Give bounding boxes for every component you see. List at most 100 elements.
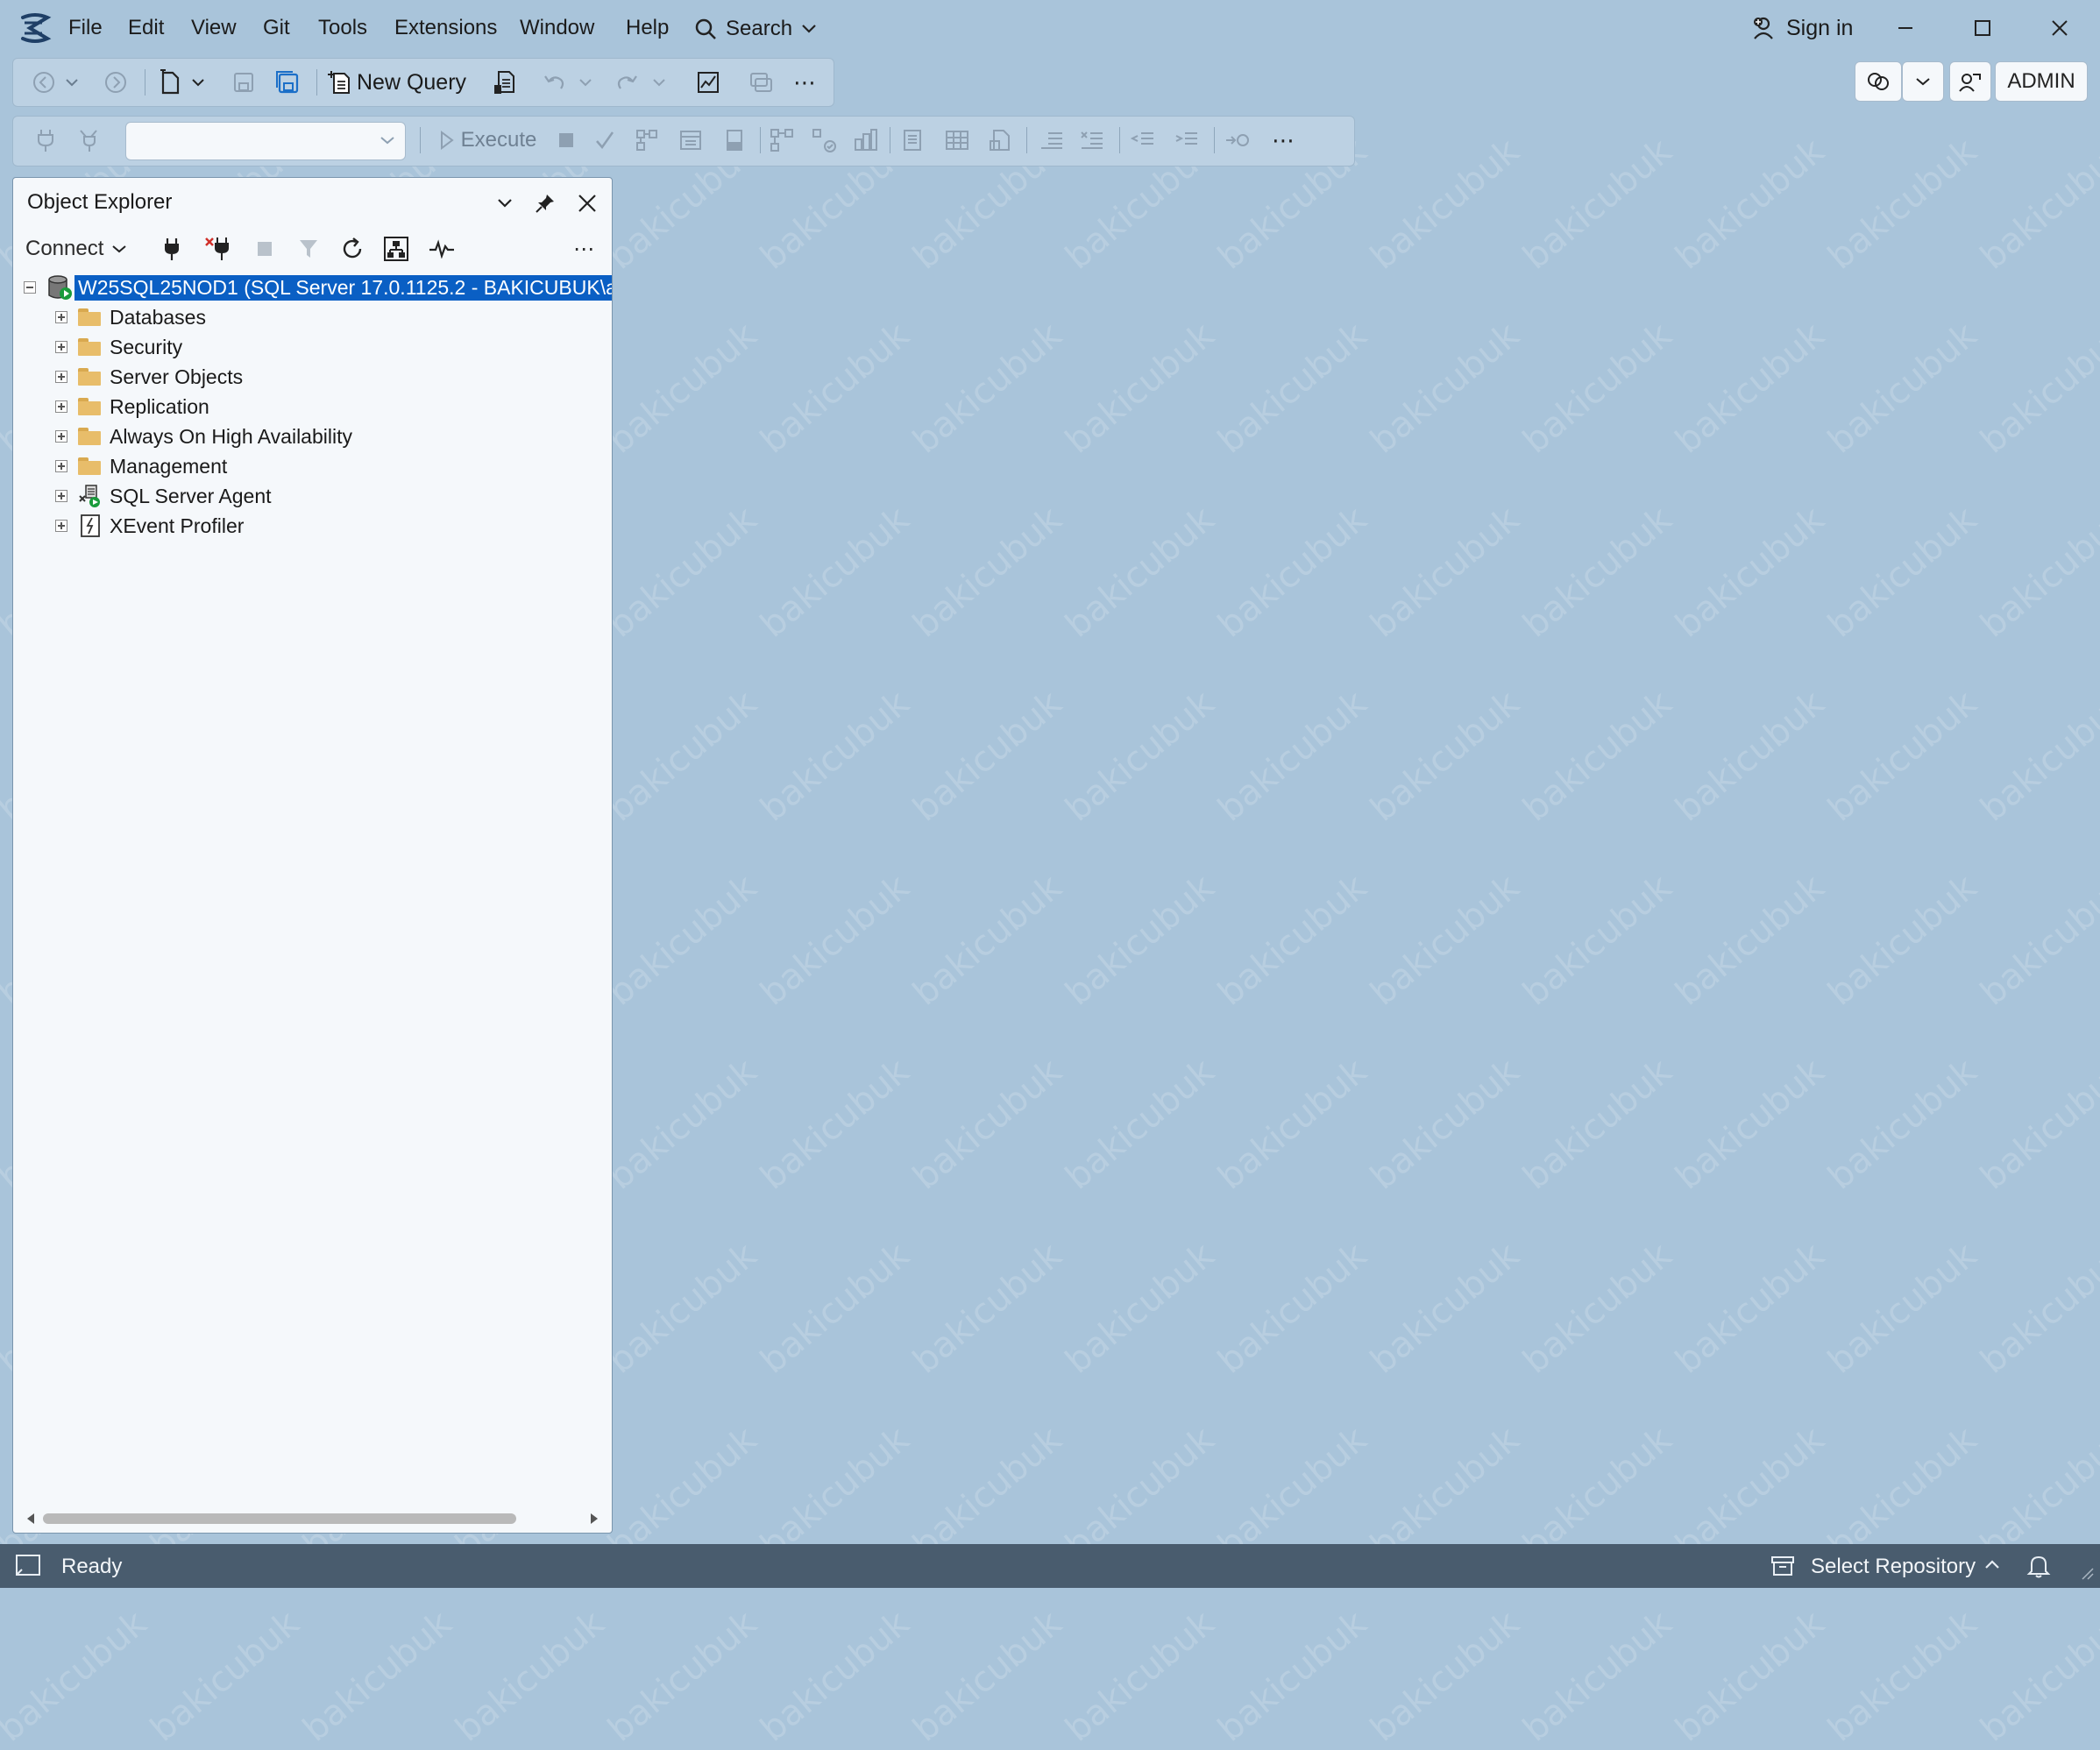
results-to-file-button[interactable] [986, 124, 1016, 157]
select-repository-button[interactable]: Select Repository [1811, 1555, 1976, 1579]
disconnect-button[interactable] [201, 232, 234, 266]
uncomment-selection-button[interactable] [1077, 124, 1107, 157]
display-estimated-plan-button[interactable] [632, 124, 662, 157]
tree-node-xevent-profiler[interactable]: XEvent Profiler [55, 511, 244, 541]
intellisense-button[interactable] [720, 124, 749, 157]
menu-extensions[interactable]: Extensions [394, 16, 497, 40]
undo-button[interactable] [539, 66, 569, 99]
tree-node-security[interactable]: Security [55, 332, 182, 362]
navigate-back-button[interactable] [29, 66, 59, 99]
notifications-bell-icon[interactable] [2026, 1553, 2051, 1584]
cancel-query-button[interactable] [551, 124, 581, 157]
expand-toggle[interactable] [55, 430, 67, 443]
tree-node-sql-server-agent[interactable]: SQL Server Agent [55, 481, 272, 511]
horizontal-scrollbar[interactable] [25, 1510, 599, 1526]
chevron-down-icon [380, 137, 394, 145]
admin-button[interactable]: ADMIN [1995, 61, 2088, 102]
database-engine-query-button[interactable] [490, 66, 520, 99]
minimize-button[interactable] [1888, 12, 1923, 44]
navigate-forward-button[interactable] [101, 66, 131, 99]
stop-button[interactable] [250, 232, 280, 266]
undo-dropdown-button[interactable] [576, 66, 595, 99]
toolbar1-overflow-button[interactable]: ⋯ [790, 66, 819, 99]
live-query-statistics-button[interactable] [809, 124, 839, 157]
watermark-text: bakicubuk [1210, 1051, 1375, 1198]
decrease-indent-button[interactable] [1128, 124, 1158, 157]
menu-help[interactable]: Help [626, 16, 669, 40]
save-all-button[interactable] [273, 66, 302, 99]
refresh-button[interactable] [337, 232, 367, 266]
toolbar2-overflow-button[interactable]: ⋯ [1268, 124, 1298, 157]
maximize-button[interactable] [1965, 12, 2000, 44]
redo-dropdown-button[interactable] [649, 66, 669, 99]
live-share-button[interactable] [1949, 61, 1991, 102]
scrollbar-thumb[interactable] [43, 1513, 516, 1524]
comment-selection-button[interactable] [1037, 124, 1067, 157]
resize-grip-icon[interactable] [2079, 1565, 2095, 1585]
chevron-down-icon [192, 79, 204, 87]
activity-monitor-button[interactable] [427, 232, 457, 266]
menu-file[interactable]: File [68, 16, 103, 40]
parse-button[interactable] [590, 124, 620, 157]
tree-node-management[interactable]: Management [55, 451, 227, 481]
menu-git[interactable]: Git [263, 16, 290, 40]
expand-toggle[interactable] [55, 311, 67, 323]
tree-node-always-on[interactable]: Always On High Availability [55, 422, 352, 451]
include-actual-plan-button[interactable] [767, 124, 797, 157]
increase-indent-button[interactable] [1172, 124, 1202, 157]
repository-icon [1770, 1555, 1795, 1582]
client-statistics-button[interactable] [851, 124, 881, 157]
expand-toggle[interactable] [55, 341, 67, 353]
menu-edit[interactable]: Edit [128, 16, 164, 40]
menu-view[interactable]: View [191, 16, 237, 40]
scroll-left-icon[interactable] [25, 1513, 36, 1525]
expand-toggle[interactable] [55, 490, 67, 502]
tree-node-server[interactable]: W25SQL25NOD1 (SQL Server 17.0.1125.2 - B… [24, 273, 612, 302]
collapse-toggle[interactable] [24, 281, 36, 294]
connect-button[interactable] [31, 124, 60, 157]
tree-node-server-objects[interactable]: Server Objects [55, 362, 243, 392]
schema-diagram-button[interactable] [381, 232, 411, 266]
new-query-button[interactable]: New Query [327, 66, 485, 99]
new-project-dropdown-button[interactable] [188, 66, 208, 99]
expand-toggle[interactable] [55, 371, 67, 383]
results-to-text-button[interactable] [898, 124, 928, 157]
expand-toggle[interactable] [55, 460, 67, 472]
new-project-button[interactable] [155, 66, 185, 99]
connect-dropdown-button[interactable]: Connect [25, 232, 139, 266]
copilot-button[interactable] [1855, 61, 1902, 102]
expand-toggle[interactable] [55, 400, 67, 413]
copilot-dropdown-button[interactable] [1902, 61, 1944, 102]
connect-object-explorer-button[interactable] [157, 232, 187, 266]
scroll-right-icon[interactable] [589, 1513, 599, 1525]
specify-template-parameters-button[interactable] [1223, 124, 1252, 157]
filter-button[interactable] [294, 232, 323, 266]
chevron-up-icon[interactable] [1984, 1558, 2000, 1574]
close-panel-button[interactable] [572, 188, 602, 218]
tree-node-databases[interactable]: Databases [55, 302, 206, 332]
document-outline-button[interactable] [746, 66, 776, 99]
panel-options-button[interactable] [490, 188, 520, 218]
save-button[interactable] [229, 66, 259, 99]
watermark-text: bakicubuk [905, 1051, 1070, 1198]
menu-window[interactable]: Window [520, 16, 594, 40]
menu-tools[interactable]: Tools [318, 16, 367, 40]
toolbar-separator [1214, 127, 1215, 153]
execute-button[interactable]: Execute [427, 124, 550, 157]
query-options-button[interactable] [676, 124, 706, 157]
results-to-grid-button[interactable] [942, 124, 972, 157]
expand-toggle[interactable] [55, 520, 67, 532]
activity-monitor-button[interactable] [693, 66, 723, 99]
search-menu[interactable]: Search [694, 14, 817, 44]
redo-button[interactable] [613, 66, 642, 99]
back-dropdown-button[interactable] [62, 66, 82, 99]
pin-panel-button[interactable] [530, 188, 560, 218]
available-databases-combobox[interactable] [125, 122, 406, 160]
change-connection-button[interactable] [74, 124, 104, 157]
more-icon: ⋯ [793, 68, 816, 96]
tree-node-replication[interactable]: Replication [55, 392, 209, 422]
close-window-button[interactable] [2042, 12, 2077, 44]
output-window-icon[interactable] [14, 1553, 44, 1584]
oe-overflow-button[interactable]: ⋯ [569, 232, 599, 266]
sign-in-button[interactable]: Sign in [1753, 12, 1853, 44]
